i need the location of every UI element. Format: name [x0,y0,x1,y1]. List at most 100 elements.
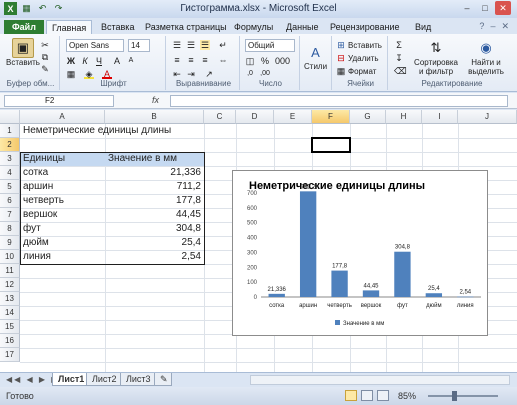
sheet-tab[interactable]: Лист3 [120,373,157,386]
maximize-icon[interactable]: □ [477,1,493,15]
horizontal-scrollbar[interactable] [250,375,510,385]
grow-font-button[interactable]: A [112,56,122,66]
row-header[interactable]: 14 [0,306,20,320]
sort-filter-button[interactable]: ⇅ Сортировка и фильтр [412,38,460,76]
currency-button[interactable]: ◫ [245,56,255,66]
table-cell-value[interactable]: 44,45 [106,208,201,222]
page-break-view-icon[interactable] [377,390,389,401]
italic-button[interactable]: К [80,56,90,66]
column-header-selected[interactable]: F [312,110,350,124]
row-header[interactable]: 17 [0,348,20,362]
increase-decimal-button[interactable]: ,0 [245,69,255,79]
column-header[interactable]: B [105,110,204,124]
column-header[interactable]: C [204,110,236,124]
cut-button[interactable]: ✂ [40,40,50,50]
find-select-button[interactable]: ◉ Найти и выделить [462,38,510,76]
align-top-button[interactable]: ☰ [172,40,182,50]
row-header-selected[interactable]: 2 [0,138,20,152]
row-header[interactable]: 9 [0,236,20,250]
table-cell-unit[interactable]: дюйм [23,236,103,250]
page-layout-view-icon[interactable] [361,390,373,401]
tab-insert[interactable]: Вставка [96,20,139,34]
tab-data[interactable]: Данные [281,20,324,34]
fill-button[interactable]: ↧ [394,53,404,63]
paste-button[interactable]: ▣ Вставить [6,38,40,67]
row-header[interactable]: 12 [0,278,20,292]
decrease-indent-button[interactable]: ⇤ [172,69,182,79]
align-middle-button[interactable]: ☰ [186,40,196,50]
column-header[interactable]: H [386,110,422,124]
tab-page-layout[interactable]: Разметка страницы [140,20,232,34]
column-header[interactable]: E [274,110,312,124]
decrease-decimal-button[interactable]: ,00 [260,69,270,79]
format-painter-button[interactable]: ✎ [40,64,50,74]
close-workbook-icon[interactable]: ✕ [501,21,509,32]
table-cell-value[interactable]: 2,54 [106,250,201,264]
table-header-unit[interactable]: Единицы [23,152,103,166]
font-size-select[interactable]: 14 [128,39,150,52]
minimize-ribbon-icon[interactable]: – [490,21,495,32]
active-cell[interactable] [311,137,351,153]
copy-button[interactable]: ⧉ [40,52,50,62]
table-cell-unit[interactable]: четверть [23,194,103,208]
minimize-icon[interactable]: – [459,1,475,15]
close-icon[interactable]: ✕ [495,1,511,15]
row-header[interactable]: 16 [0,334,20,348]
increase-indent-button[interactable]: ⇥ [186,69,196,79]
name-box[interactable]: F2 [4,95,114,107]
column-header[interactable]: A [20,110,105,124]
tab-home[interactable]: Главная [46,20,93,34]
table-cell-unit[interactable]: сотка [23,166,103,180]
row-header[interactable]: 4 [0,166,20,180]
table-cell-value[interactable]: 711,2 [106,180,201,194]
wrap-text-button[interactable]: ↵ [218,40,228,50]
row-header[interactable]: 5 [0,180,20,194]
autosum-button[interactable]: Σ [394,40,404,50]
table-cell-value[interactable]: 25,4 [106,236,201,250]
formula-input[interactable] [170,95,508,107]
borders-button[interactable]: ▦ [66,69,76,79]
table-cell-value[interactable]: 304,8 [106,222,201,236]
normal-view-icon[interactable] [345,390,357,401]
align-bottom-button[interactable]: ☰ [200,40,210,50]
tab-view[interactable]: Вид [410,20,436,34]
sheet-title[interactable]: Неметрические единицы длины [23,124,223,138]
thousands-button[interactable]: 000 [275,56,290,66]
insert-cells-button[interactable]: ⊞ Вставить [336,40,382,50]
tab-file[interactable]: Файл [4,20,44,34]
align-left-button[interactable]: ≡ [172,55,182,65]
table-cell-value[interactable]: 177,8 [106,194,201,208]
column-header[interactable]: J [458,110,517,124]
row-header[interactable]: 1 [0,124,20,138]
sheet-tab[interactable]: Лист1 [52,373,91,386]
row-header[interactable]: 6 [0,194,20,208]
zoom-slider[interactable] [428,395,498,397]
help-icon[interactable]: ? [479,21,484,32]
shrink-font-button[interactable]: A [126,56,136,66]
new-sheet-icon[interactable]: ✎ [154,373,172,386]
align-center-button[interactable]: ≡ [186,55,196,65]
font-name-select[interactable]: Open Sans [66,39,124,52]
column-header[interactable]: G [350,110,386,124]
row-header[interactable]: 8 [0,222,20,236]
fill-color-button[interactable]: ◈ [84,69,94,79]
table-cell-value[interactable]: 21,336 [106,166,201,180]
number-format-select[interactable]: Общий [245,39,295,52]
align-right-button[interactable]: ≡ [200,55,210,65]
underline-button[interactable]: Ч [94,56,104,66]
row-header[interactable]: 10 [0,250,20,264]
format-cells-button[interactable]: ▦ Формат [336,66,377,76]
chart-object[interactable]: Неметрические единицы длины 0 100 200 300 400… [232,170,488,336]
styles-button[interactable]: A Стили [304,42,327,72]
clear-button[interactable]: ⌫ [394,66,407,76]
table-cell-unit[interactable]: вершок [23,208,103,222]
row-header[interactable]: 15 [0,320,20,334]
orientation-button[interactable]: ↗ [204,69,214,79]
font-color-button[interactable]: A [102,69,112,79]
table-header-value[interactable]: Значение в мм [108,152,203,166]
table-cell-unit[interactable]: аршин [23,180,103,194]
row-header[interactable]: 7 [0,208,20,222]
percent-button[interactable]: % [260,56,270,66]
tab-formulas[interactable]: Формулы [229,20,278,34]
insert-function-icon[interactable]: fx [152,95,159,105]
